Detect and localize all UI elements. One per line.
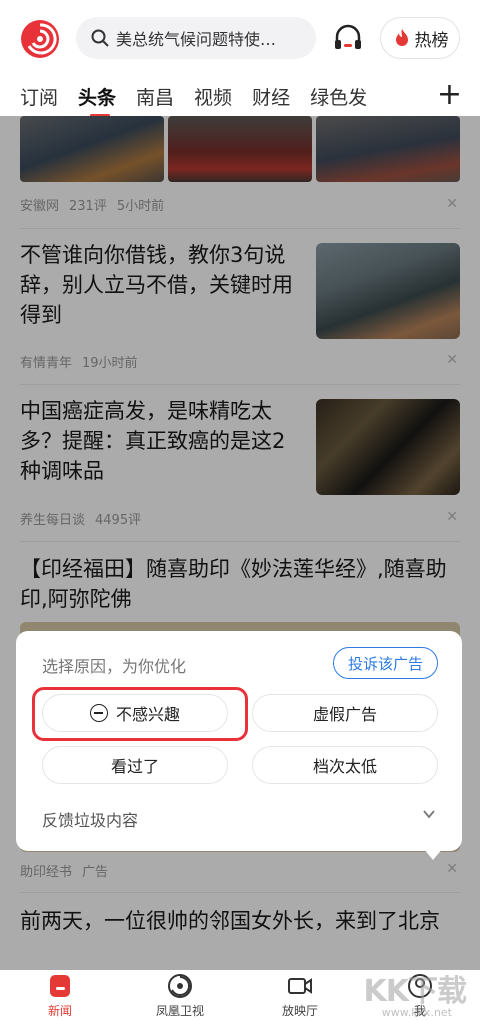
tab-subscribe[interactable]: 订阅	[20, 83, 58, 110]
news-icon	[50, 975, 70, 997]
hot-list-button[interactable]: 热榜	[380, 17, 460, 59]
tab-video[interactable]: 视频	[194, 83, 232, 110]
nav-cinema[interactable]: 放映厅	[240, 970, 360, 1020]
popup-prompt: 选择原因，为你优化	[42, 657, 187, 676]
dislike-popup: 选择原因，为你优化 投诉该广告 不感兴趣 虚假广告 看过了 档次太低 反馈垃圾内…	[16, 631, 462, 851]
minus-circle-icon	[89, 704, 108, 722]
phoenix-logo-icon[interactable]	[20, 19, 60, 59]
top-bar: 美总统气候问题特使… 热榜	[0, 0, 480, 76]
reason-fake-ad-button[interactable]: 虚假广告	[252, 694, 438, 732]
video-camera-icon	[288, 978, 312, 994]
tab-finance[interactable]: 财经	[252, 83, 290, 110]
search-bar[interactable]: 美总统气候问题特使…	[76, 17, 316, 59]
watermark: KK下载	[363, 974, 467, 1009]
tab-headlines[interactable]: 头条	[78, 83, 116, 117]
nav-phoenix-tv[interactable]: 凤凰卫视	[120, 970, 240, 1020]
feedback-spam-row[interactable]: 反馈垃圾内容	[42, 807, 138, 831]
tab-nanchang[interactable]: 南昌	[136, 83, 174, 110]
phoenix-tv-icon	[168, 974, 192, 998]
reason-label: 虚假广告	[312, 705, 377, 724]
tab-green[interactable]: 绿色发	[310, 83, 367, 110]
nav-label: 放映厅	[281, 1004, 318, 1018]
popup-pointer	[423, 848, 443, 860]
hot-list-label: 热榜	[414, 30, 449, 51]
nav-news[interactable]: 新闻	[0, 970, 120, 1020]
reason-low-quality-button[interactable]: 档次太低	[252, 746, 438, 784]
reason-not-interested-button[interactable]: 不感兴趣	[42, 694, 228, 732]
reason-seen-button[interactable]: 看过了	[42, 746, 228, 784]
channel-tabs: 订阅 头条 南昌 视频 财经 绿色发 +	[0, 76, 480, 117]
add-channel-icon[interactable]: +	[437, 80, 462, 110]
nav-label: 新闻	[47, 1004, 72, 1018]
headphones-icon[interactable]	[332, 22, 364, 54]
report-ad-button[interactable]: 投诉该广告	[332, 647, 438, 679]
flame-icon	[395, 29, 408, 46]
nav-label: 凤凰卫视	[155, 1004, 204, 1018]
chevron-down-icon[interactable]	[422, 807, 436, 821]
search-placeholder: 美总统气候问题特使…	[116, 30, 277, 49]
watermark-url: www.kkx.net	[381, 1006, 452, 1019]
reason-label: 不感兴趣	[115, 705, 180, 724]
tabs-fade	[396, 76, 436, 116]
reason-label: 档次太低	[312, 757, 377, 776]
search-icon	[91, 29, 109, 47]
reason-label: 看过了	[110, 757, 159, 776]
